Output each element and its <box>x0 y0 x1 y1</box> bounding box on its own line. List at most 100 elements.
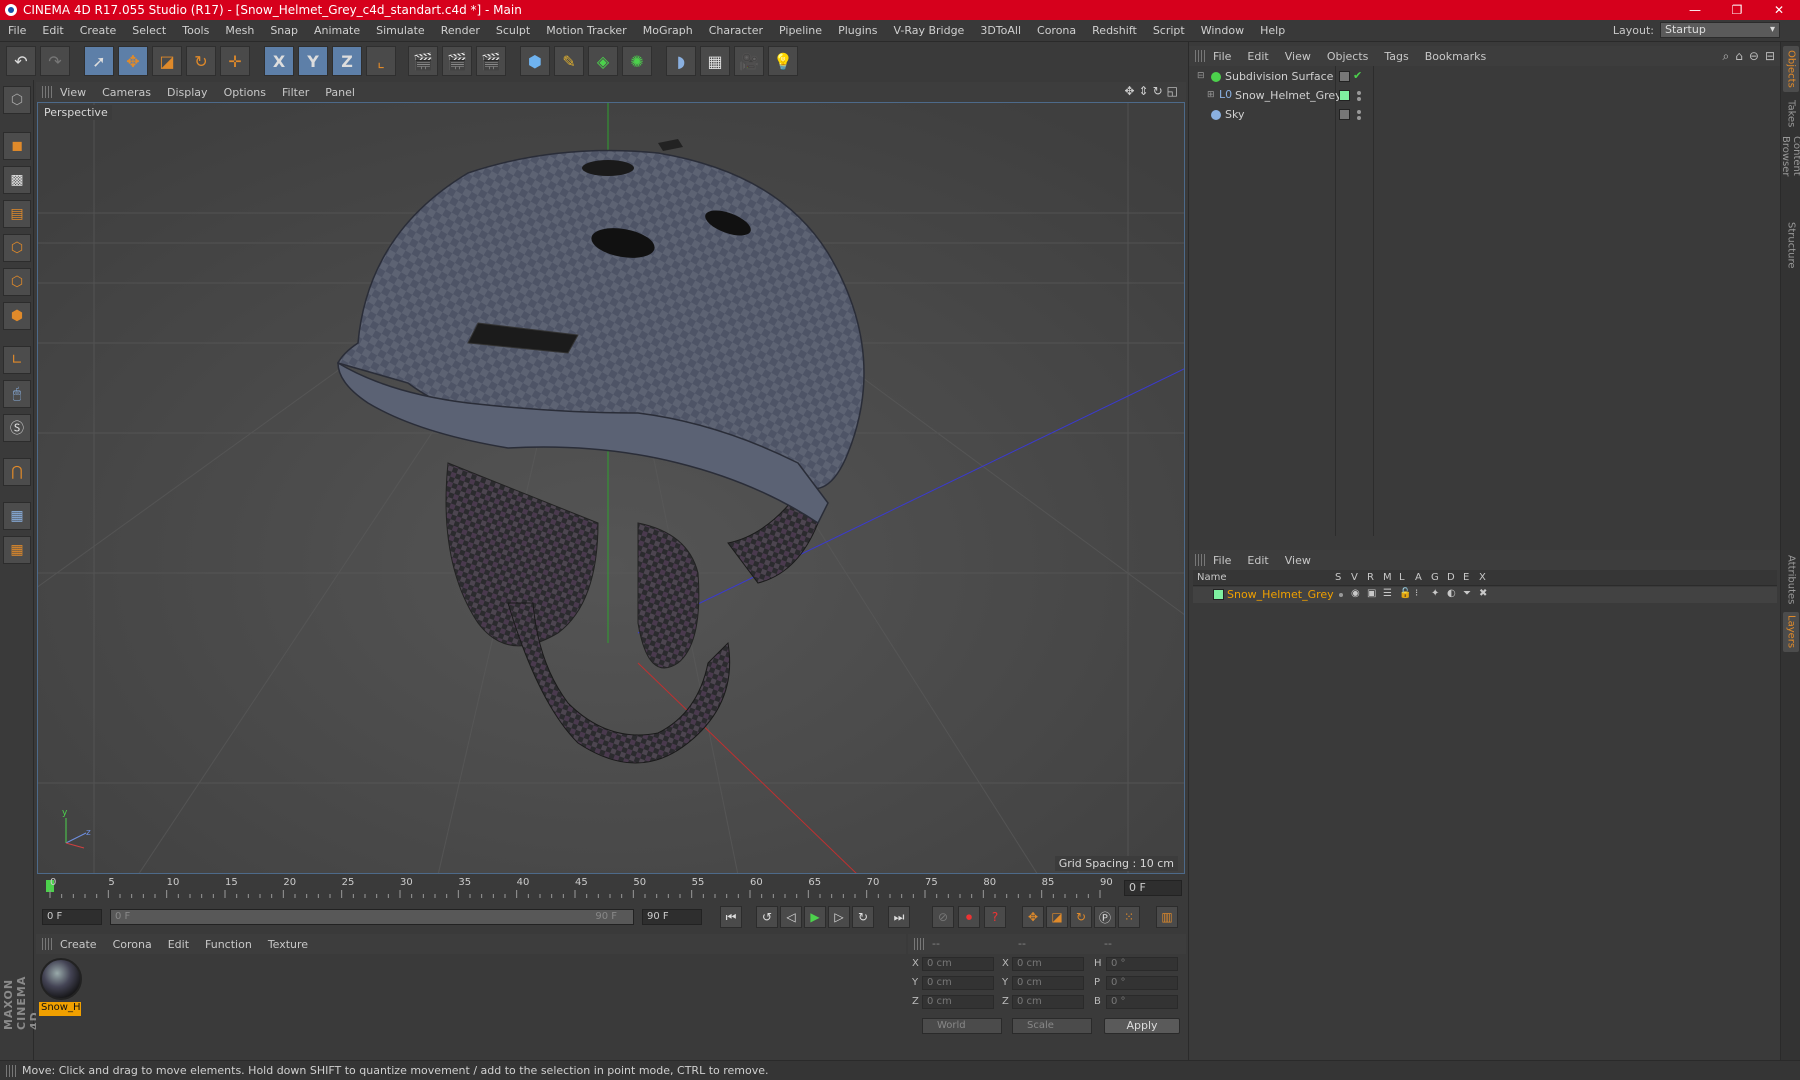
workplane-mode-button[interactable]: ▤ <box>3 200 31 228</box>
render-visibility-dot[interactable] <box>1357 97 1361 101</box>
menu-script[interactable]: Script <box>1145 24 1193 37</box>
tab-content-browser[interactable]: Content Browser <box>1780 136 1800 216</box>
layer-col-solo[interactable]: S <box>1335 572 1341 583</box>
undo-button[interactable]: ↶ <box>6 46 36 76</box>
expression-icon[interactable]: ⏷ <box>1463 588 1471 599</box>
deformer-button[interactable]: ◗ <box>666 46 696 76</box>
play-button[interactable]: ▶ <box>804 906 826 928</box>
layer-color-icon[interactable] <box>1339 90 1350 101</box>
close-button[interactable]: ✕ <box>1758 0 1800 20</box>
scale-tool-button[interactable]: ◪ <box>152 46 182 76</box>
object-menu-objects[interactable]: Objects <box>1319 50 1377 63</box>
menu-pipeline[interactable]: Pipeline <box>771 24 830 37</box>
previous-key-button[interactable]: ↺ <box>756 906 778 928</box>
polygons-mode-button[interactable]: ⬢ <box>3 302 31 330</box>
texture-mode-button[interactable]: ▩ <box>3 166 31 194</box>
layout-icon[interactable]: ⊟ <box>1765 49 1775 64</box>
layer-col-animation[interactable]: A <box>1415 572 1422 583</box>
go-to-start-button[interactable]: ⏮ <box>720 906 742 928</box>
layer-menu-edit[interactable]: Edit <box>1239 554 1276 567</box>
tab-layers[interactable]: Layers <box>1783 612 1799 652</box>
viewport-menu-panel[interactable]: Panel <box>317 86 363 99</box>
collapse-icon[interactable]: ⊟ <box>1197 71 1205 81</box>
menu-sculpt[interactable]: Sculpt <box>488 24 538 37</box>
menu-render[interactable]: Render <box>433 24 488 37</box>
workplane-lock-button[interactable]: ▦ <box>3 502 31 530</box>
maximize-button[interactable]: ❐ <box>1716 0 1758 20</box>
render-view-button[interactable]: 🎬 <box>408 46 438 76</box>
keyframe-selection-button[interactable]: ? <box>984 906 1006 928</box>
material-menu-create[interactable]: Create <box>52 938 105 951</box>
next-key-button[interactable]: ↻ <box>852 906 874 928</box>
go-to-end-button[interactable]: ⏭ <box>888 906 910 928</box>
subdivision-generator-button[interactable]: ◈ <box>588 46 618 76</box>
x-axis-button[interactable]: X <box>264 46 294 76</box>
size-y-field[interactable]: 0 cm <box>1012 976 1084 990</box>
layout-dropdown[interactable]: Startup <box>1660 22 1780 38</box>
y-axis-button[interactable]: Y <box>298 46 328 76</box>
xref-icon[interactable]: ✖ <box>1479 588 1487 599</box>
camera-label[interactable]: Perspective <box>40 105 112 120</box>
rot-b-field[interactable]: 0 ° <box>1106 995 1178 1009</box>
pen-spline-button[interactable]: ✎ <box>554 46 584 76</box>
menu-mograph[interactable]: MoGraph <box>635 24 701 37</box>
render-settings-button[interactable]: 🎬 <box>476 46 506 76</box>
rotation-key-button[interactable]: ↻ <box>1070 906 1092 928</box>
layer-color-swatch[interactable] <box>1213 589 1224 600</box>
layer-col-render[interactable]: R <box>1367 572 1374 583</box>
light-object-button[interactable]: 💡 <box>768 46 798 76</box>
record-keys-button[interactable]: ⊘ <box>932 906 954 928</box>
layer-row-snow-helmet[interactable]: Snow_Helmet_Grey ◉ ▣ ☰ 🔓 ⁝ ✦ ◐ ⏷ ✖ <box>1193 587 1777 603</box>
rotate-tool-button[interactable]: ↻ <box>186 46 216 76</box>
rot-h-field[interactable]: 0 ° <box>1106 957 1178 971</box>
viewport-menu-display[interactable]: Display <box>159 86 216 99</box>
apply-button[interactable]: Apply <box>1104 1018 1180 1034</box>
pan-view-icon[interactable]: ✥ <box>1124 84 1134 98</box>
material-menu-function[interactable]: Function <box>197 938 260 951</box>
size-x-field[interactable]: 0 cm <box>1012 957 1084 971</box>
size-z-field[interactable]: 0 cm <box>1012 995 1084 1009</box>
layer-col-locked[interactable]: L <box>1399 572 1405 583</box>
layer-col-name[interactable]: Name <box>1197 572 1227 583</box>
back-icon[interactable]: ⊖ <box>1749 49 1759 64</box>
material-preview-swatch[interactable] <box>40 958 82 1000</box>
pos-y-field[interactable]: 0 cm <box>922 976 994 990</box>
tab-structure[interactable]: Structure <box>1783 220 1799 270</box>
viewport-menu-view[interactable]: View <box>52 86 94 99</box>
menu-mesh[interactable]: Mesh <box>217 24 262 37</box>
tab-attributes[interactable]: Attributes <box>1783 552 1799 608</box>
snap-toggle-button[interactable]: Ⓢ <box>3 414 31 442</box>
object-row-snow-helmet[interactable]: ⊞ L0 Snow_Helmet_Grey <box>1193 87 1777 105</box>
3d-viewport[interactable]: y z Perspective Grid Spacing : 10 cm <box>37 102 1185 874</box>
layer-menu-view[interactable]: View <box>1277 554 1319 567</box>
menu-motion-tracker[interactable]: Motion Tracker <box>538 24 634 37</box>
previous-frame-button[interactable]: ◁ <box>780 906 802 928</box>
render-picture-viewer-button[interactable]: 🎬 <box>442 46 472 76</box>
layer-col-deformers[interactable]: D <box>1447 572 1455 583</box>
object-menu-file[interactable]: File <box>1205 50 1239 63</box>
menu-snap[interactable]: Snap <box>262 24 306 37</box>
model-mode-button[interactable]: ◼ <box>3 132 31 160</box>
zoom-view-icon[interactable]: ⇕ <box>1139 84 1149 98</box>
menu-edit[interactable]: Edit <box>34 24 71 37</box>
material-name-label[interactable]: Snow_H <box>39 1002 81 1016</box>
viewport-menu-options[interactable]: Options <box>216 86 274 99</box>
edges-mode-button[interactable]: ⬡ <box>3 268 31 296</box>
editor-visibility-dot[interactable] <box>1357 110 1361 114</box>
display-tag-icon[interactable] <box>1339 71 1350 82</box>
cloner-button[interactable]: ✺ <box>622 46 652 76</box>
menu-tools[interactable]: Tools <box>174 24 217 37</box>
toggle-view-icon[interactable]: ◱ <box>1167 84 1178 98</box>
menu-redshift[interactable]: Redshift <box>1084 24 1145 37</box>
end-frame-field[interactable]: 90 F <box>642 909 702 925</box>
timeline-ruler[interactable]: 0 5 10 15 20 25 30 35 40 45 50 55 60 65 70 75 80 85 90 0 F <box>36 876 1186 902</box>
next-frame-button[interactable]: ▷ <box>828 906 850 928</box>
material-menu-corona[interactable]: Corona <box>105 938 160 951</box>
render-icon[interactable]: ▣ <box>1367 588 1376 599</box>
minimize-button[interactable]: — <box>1674 0 1716 20</box>
camera-object-button[interactable]: 🎥 <box>734 46 764 76</box>
current-frame-field[interactable]: 0 F <box>1124 880 1182 896</box>
object-menu-bookmarks[interactable]: Bookmarks <box>1417 50 1494 63</box>
menu-help[interactable]: Help <box>1252 24 1293 37</box>
eye-icon[interactable]: ◉ <box>1351 588 1360 599</box>
